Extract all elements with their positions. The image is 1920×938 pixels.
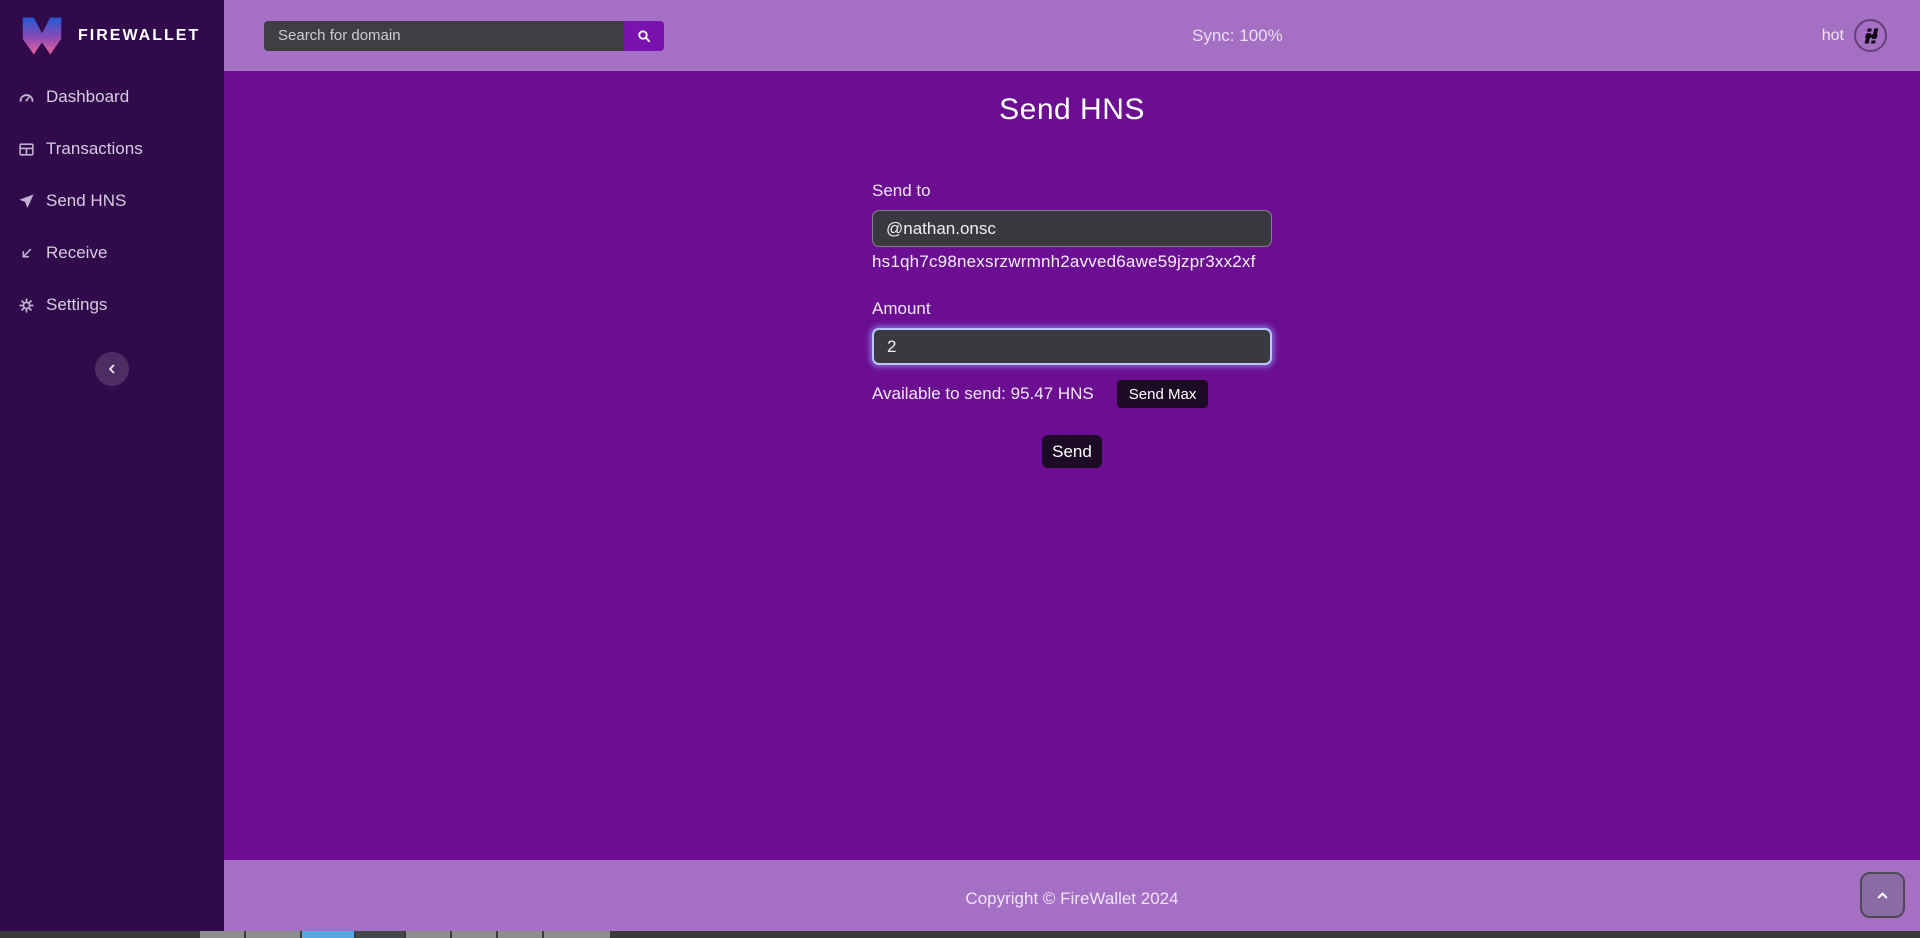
- send-to-label: Send to: [872, 181, 1272, 201]
- taskbar-segment[interactable]: [200, 931, 244, 938]
- chevron-up-icon: [1875, 888, 1890, 903]
- resolved-address: hs1qh7c98nexsrzwrmnh2avved6awe59jzpr3xx2…: [872, 252, 1272, 272]
- send-to-input[interactable]: [872, 210, 1272, 247]
- settings-icon: [18, 297, 35, 314]
- footer: Copyright © FireWallet 2024: [224, 860, 1920, 938]
- search-button[interactable]: [624, 21, 664, 51]
- content-column: Sync: 100% hot Send: [224, 0, 1920, 938]
- amount-input[interactable]: [872, 328, 1272, 365]
- sidebar-item-label: Receive: [46, 243, 107, 263]
- wallet-name: hot: [1822, 27, 1844, 45]
- sidebar-collapse-button[interactable]: [95, 352, 129, 386]
- sidebar: FIREWALLET Dashboard: [0, 0, 224, 938]
- handshake-icon[interactable]: [1854, 19, 1887, 52]
- send-form: Send to hs1qh7c98nexsrzwrmnh2avved6awe59…: [872, 181, 1272, 468]
- sidebar-item-send-hns[interactable]: Send HNS: [0, 175, 224, 227]
- sidebar-item-transactions[interactable]: Transactions: [0, 123, 224, 175]
- app-window: FIREWALLET Dashboard: [0, 0, 1920, 938]
- send-max-button[interactable]: Send Max: [1117, 380, 1209, 408]
- sidebar-item-label: Settings: [46, 295, 107, 315]
- scroll-to-top-button[interactable]: [1860, 872, 1905, 918]
- sidebar-item-receive[interactable]: Receive: [0, 227, 224, 279]
- transactions-icon: [18, 141, 35, 158]
- firewallet-w-logo: [20, 12, 64, 60]
- taskbar-segment[interactable]: [302, 931, 354, 938]
- domain-search: [264, 21, 664, 51]
- page-title: Send HNS: [224, 93, 1920, 127]
- sidebar-item-settings[interactable]: Settings: [0, 279, 224, 331]
- sidebar-nav: Dashboard Transactions Send HNS: [0, 71, 224, 331]
- send-button[interactable]: Send: [1042, 435, 1102, 468]
- available-row: Available to send: 95.47 HNS Send Max: [872, 380, 1272, 408]
- main-content: Send HNS Send to hs1qh7c98nexsrzwrmnh2av…: [224, 71, 1920, 860]
- magnifier-icon: [636, 28, 652, 44]
- receive-icon: [18, 245, 35, 262]
- wallet-selector[interactable]: hot: [1822, 19, 1887, 52]
- sidebar-item-dashboard[interactable]: Dashboard: [0, 71, 224, 123]
- sidebar-item-label: Transactions: [46, 139, 143, 159]
- dashboard-icon: [18, 89, 35, 106]
- copyright-text: Copyright © FireWallet 2024: [965, 889, 1178, 909]
- brand: FIREWALLET: [0, 0, 224, 71]
- brand-name: FIREWALLET: [78, 27, 200, 45]
- taskbar-segment[interactable]: [452, 931, 496, 938]
- available-balance: Available to send: 95.47 HNS: [872, 384, 1094, 404]
- topbar: Sync: 100% hot: [224, 0, 1920, 71]
- taskbar-strip[interactable]: [0, 931, 1920, 938]
- taskbar-segment[interactable]: [246, 931, 300, 938]
- taskbar-segment[interactable]: [406, 931, 450, 938]
- sidebar-item-label: Send HNS: [46, 191, 126, 211]
- amount-label: Amount: [872, 299, 1272, 319]
- send-icon: [18, 193, 35, 210]
- sync-status: Sync: 100%: [1192, 26, 1283, 46]
- domain-search-input[interactable]: [264, 21, 624, 51]
- taskbar-segment[interactable]: [356, 931, 404, 938]
- taskbar-segment[interactable]: [498, 931, 542, 938]
- taskbar-segment[interactable]: [544, 931, 610, 938]
- chevron-left-icon: [105, 362, 119, 376]
- sidebar-item-label: Dashboard: [46, 87, 129, 107]
